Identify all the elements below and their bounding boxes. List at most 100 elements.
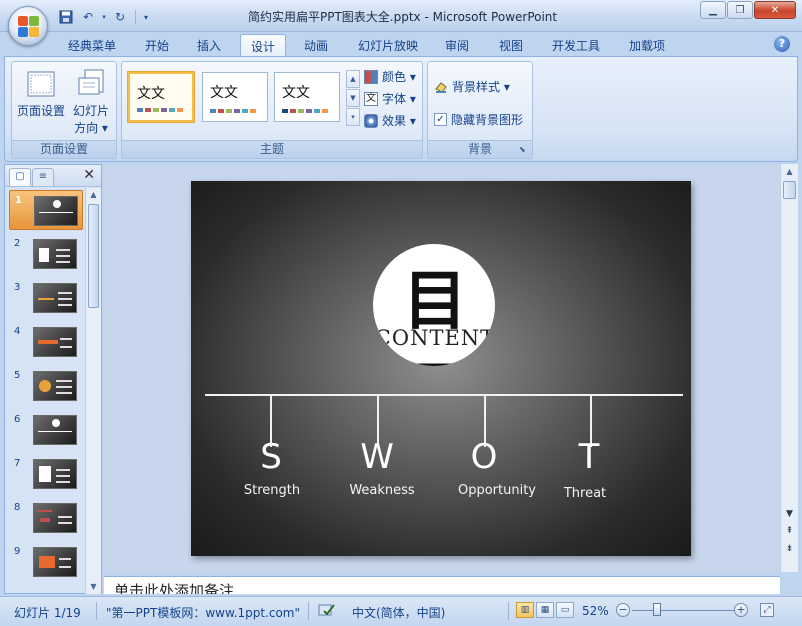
help-icon[interactable]: ? [774,36,790,52]
tab-insert[interactable]: 插入 [188,34,230,56]
tab-developer[interactable]: 开发工具 [544,34,608,56]
tab-design[interactable]: 设计 [240,34,286,56]
thumbnail-item[interactable]: 9 [9,542,83,582]
slide-scrollbar[interactable]: ▲ ▼ ⇞ ⇟ [780,164,798,572]
status-bar: 幻灯片 1/19 "第一PPT模板网：www.1ppt.com" 中文(简体，中… [0,596,802,626]
status-separator [508,602,509,620]
thumbnails-scrollbar[interactable]: ▲ ▼ [85,188,101,594]
tab-classic-menu[interactable]: 经典菜单 [60,34,124,56]
scroll-thumb[interactable] [88,204,99,308]
minimize-button[interactable]: ▁ [700,1,726,19]
thumbnail-item[interactable]: 2 [9,234,83,274]
save-icon[interactable] [56,8,76,26]
zoom-slider-thumb[interactable] [653,603,661,616]
slide-orientation-label-line1: 幻灯片 [72,104,109,118]
fit-to-window-icon[interactable]: ⤢ [760,603,774,617]
hide-background-graphics-checkbox[interactable]: ✓ [434,113,447,126]
office-button[interactable] [8,6,48,46]
pane-tabs: ▢ ≡ ✕ [5,165,101,187]
outline-tab-icon[interactable]: ≡ [32,168,54,186]
scroll-up-icon[interactable]: ▲ [781,164,798,179]
next-slide-icon[interactable]: ⇟ [781,544,798,554]
notes-placeholder: 单击此处添加备注 [114,582,235,594]
status-separator [308,602,309,620]
tab-addins[interactable]: 加载项 [620,34,674,56]
background-styles-button[interactable]: 背景样式 ▾ [434,78,510,95]
thumbnail-image [33,503,77,533]
theme-fonts-button[interactable]: 文 字体 ▾ [364,90,416,107]
tab-animations[interactable]: 动画 [295,34,337,56]
timeline-line [205,394,683,396]
hide-background-graphics-row[interactable]: ✓ 隐藏背景图形 [434,111,523,128]
title-circle[interactable]: 目录 CONTENT [373,244,495,366]
close-pane-icon[interactable]: ✕ [83,167,95,183]
slides-tab-icon[interactable]: ▢ [9,168,31,186]
theme-colors-icon [364,69,378,84]
scroll-down-icon[interactable]: ▼ [781,509,798,519]
thumbnail-number: 1 [15,195,22,206]
background-styles-label: 背景样式 ▾ [452,80,510,94]
previous-slide-icon[interactable]: ⇞ [781,526,798,536]
gallery-up-button[interactable]: ▲ [346,70,360,88]
scroll-down-icon[interactable]: ▼ [86,580,101,594]
theme-thumb-office[interactable]: 文文 [128,72,194,122]
thumbnail-item[interactable]: 5 [9,366,83,406]
scroll-thumb[interactable] [783,181,796,199]
slide-sorter-view-icon[interactable]: ▦ [536,602,554,618]
ribbon-panel: 页面设置 幻灯片 方向 ▾ 页面设置 文文 文文 文文 ▲ ▼ ▾ 颜色 ▾ 文… [4,56,798,162]
undo-icon[interactable]: ↶ [78,8,98,26]
close-button[interactable]: ✕ [754,1,796,19]
theme-colors-button[interactable]: 颜色 ▾ [364,68,416,85]
zoom-slider-track[interactable] [632,610,736,611]
maximize-button[interactable]: ❐ [727,1,753,19]
themes-group: 文文 文文 文文 ▲ ▼ ▾ 颜色 ▾ 文 字体 ▾ 效果 ▾ 主题 [121,61,423,159]
theme-thumb-2[interactable]: 文文 [202,72,268,122]
slide-orientation-button[interactable]: 幻灯片 方向 ▾ [68,68,114,137]
zoom-out-icon[interactable]: − [616,603,630,617]
gallery-more-button[interactable]: ▾ [346,108,360,126]
thumbnail-item[interactable]: 8 [9,498,83,538]
tab-home[interactable]: 开始 [136,34,178,56]
customize-qat-icon[interactable]: ▾ [141,8,151,26]
theme-name: "第一PPT模板网：www.1ppt.com" [106,606,301,620]
page-setup-button[interactable]: 页面设置 [16,68,66,120]
spellcheck-icon[interactable] [318,602,336,621]
redo-icon[interactable]: ↻ [110,8,130,26]
normal-view-icon[interactable]: ▥ [516,602,534,618]
page-setup-group-label: 页面设置 [12,140,116,158]
theme-thumb-3[interactable]: 文文 [274,72,340,122]
thumbnail-number: 5 [14,370,21,381]
thumbnail-item[interactable]: 1 [9,190,83,230]
tab-review[interactable]: 审阅 [436,34,478,56]
ribbon-tabs: 经典菜单 开始 插入 设计 动画 幻灯片放映 审阅 视图 开发工具 加载项 [0,32,802,56]
theme-effects-button[interactable]: 效果 ▾ [364,112,416,129]
page-setup-group: 页面设置 幻灯片 方向 ▾ 页面设置 [11,61,117,159]
thumbnail-item[interactable]: 4 [9,322,83,362]
tab-slideshow[interactable]: 幻灯片放映 [350,34,426,56]
slide-counter: 幻灯片 1/19 [14,606,81,620]
zoom-level[interactable]: 52% [582,604,609,618]
dialog-launcher-icon[interactable]: ⬊ [519,145,529,155]
undo-dropdown-icon[interactable]: ▾ [100,8,108,26]
scroll-up-icon[interactable]: ▲ [86,188,101,202]
swot-word-threat: Threat [563,486,607,501]
thumbnail-number: 3 [14,282,21,293]
swot-letter-s: S [260,437,282,477]
zoom-in-icon[interactable]: + [734,603,748,617]
thumbnail-item[interactable]: 7 [9,454,83,494]
language-indicator[interactable]: 中文(简体，中国) [352,604,445,621]
theme-color-bars [210,109,256,113]
slideshow-view-icon[interactable]: ▭ [556,602,574,618]
current-slide[interactable]: 目录 CONTENT S Strength W Weakness O Oppor… [191,181,691,556]
notes-pane[interactable]: 单击此处添加备注 [104,576,780,594]
thumbnail-item[interactable]: 3 [9,278,83,318]
thumbnail-number: 8 [14,502,21,513]
theme-fonts-icon: 文 [364,91,378,106]
theme-gallery-scroll: ▲ ▼ ▾ [346,70,360,128]
background-styles-icon [434,80,448,94]
gallery-down-button[interactable]: ▼ [346,89,360,107]
tab-view[interactable]: 视图 [490,34,532,56]
theme-color-bars [137,108,183,112]
thumbnail-number: 6 [14,414,21,425]
thumbnail-item[interactable]: 6 [9,410,83,450]
